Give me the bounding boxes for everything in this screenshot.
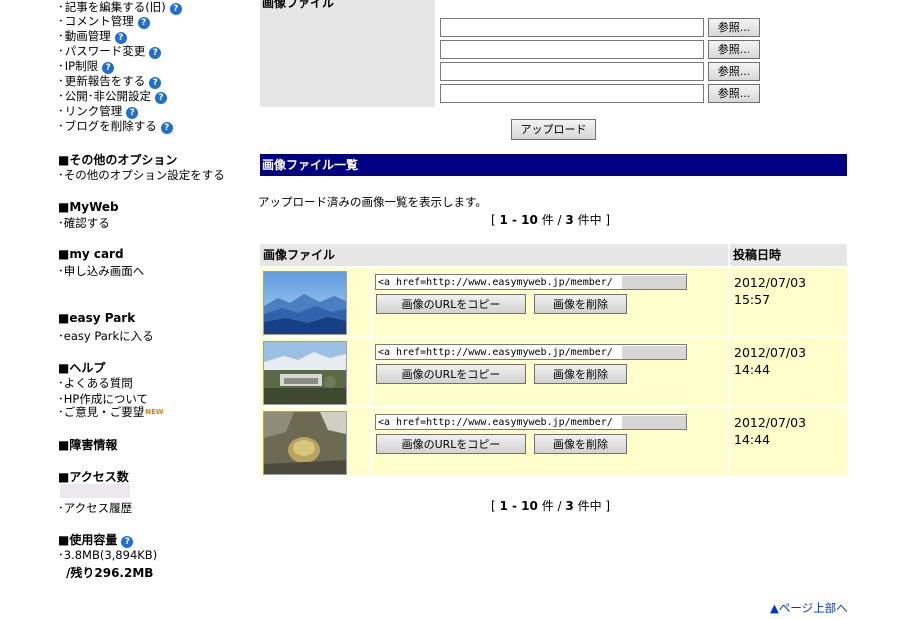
sidebar-item-comment-manage[interactable]: ･コメント管理? xyxy=(58,14,150,29)
easypark-link[interactable]: ･easy Parkに入る xyxy=(58,328,154,344)
other-options-link[interactable]: ･その他のオプション設定をする xyxy=(58,167,225,183)
sidebar-item-link-manage[interactable]: ･リンク管理? xyxy=(58,104,139,119)
pager-top: [ 1 - 10 件 / 3 件中 ] xyxy=(491,213,611,227)
browse-button[interactable]: 参照... xyxy=(708,62,760,81)
help-icon[interactable]: ? xyxy=(169,3,182,15)
thumbnail-stone[interactable] xyxy=(263,411,347,475)
thumbnail-viewpoint[interactable] xyxy=(263,341,347,405)
delete-image-button[interactable]: 画像を削除 xyxy=(534,364,627,384)
thumb-cell xyxy=(260,268,370,336)
trouble-info-heading[interactable]: ■障害情報 xyxy=(58,436,117,453)
upload-title: 画像ファイル xyxy=(262,0,335,10)
faq-link[interactable]: ･よくある質問 xyxy=(58,375,133,391)
access-counter xyxy=(60,484,130,498)
url-cell: <a href=http://www.easymyweb.jp/member/ … xyxy=(372,338,728,406)
copy-url-button[interactable]: 画像のURLをコピー xyxy=(376,364,526,384)
usage-remaining: /残り296.2MB xyxy=(66,566,154,580)
sidebar-item-ip-restrict[interactable]: ･IP制限? xyxy=(58,59,115,74)
image-list-section-title: 画像ファイル一覧 xyxy=(260,154,847,176)
mycard-heading: ■my card xyxy=(58,247,124,261)
page-top-link[interactable]: ▲ページ上部へ xyxy=(770,600,848,616)
copy-url-button[interactable]: 画像のURLをコピー xyxy=(376,294,526,314)
image-list-description: アップロード済みの画像一覧を表示します。 xyxy=(258,195,487,209)
browse-button[interactable]: 参照... xyxy=(708,18,760,37)
sidebar-item-visibility[interactable]: ･公開･非公開設定? xyxy=(58,89,167,104)
thumb-cell xyxy=(260,408,370,476)
file-path-input[interactable] xyxy=(440,84,704,103)
col-header-date: 投稿日時 xyxy=(730,244,847,266)
thumbnail-mountain[interactable] xyxy=(263,271,347,335)
sidebar-item-video-manage[interactable]: ･動画管理? xyxy=(58,29,127,44)
access-history-link[interactable]: ･アクセス履歴 xyxy=(58,500,132,516)
myweb-link[interactable]: ･確認する xyxy=(58,215,110,231)
date-cell: 2012/07/03 14:44 xyxy=(730,408,847,476)
image-url-field[interactable]: <a href=http://www.easymyweb.jp/member/ xyxy=(375,414,687,430)
sidebar-item-update-report[interactable]: ･更新報告をする? xyxy=(58,74,162,89)
pager-bottom: [ 1 - 10 件 / 3 件中 ] xyxy=(491,499,611,513)
help-icon[interactable]: ? xyxy=(149,47,162,59)
url-cell: <a href=http://www.easymyweb.jp/member/ … xyxy=(372,408,728,476)
browse-button[interactable]: 参照... xyxy=(708,40,760,59)
myweb-heading: ■MyWeb xyxy=(58,200,119,214)
help-icon[interactable]: ? xyxy=(149,77,162,89)
col-header-file: 画像ファイル xyxy=(260,244,728,266)
image-url-field[interactable]: <a href=http://www.easymyweb.jp/member/ xyxy=(375,274,687,290)
usage-heading: ■使用容量? xyxy=(58,531,134,548)
thumb-cell xyxy=(260,338,370,406)
file-path-input[interactable] xyxy=(440,62,704,81)
sidebar-item-password-change[interactable]: ･パスワード変更? xyxy=(58,44,162,59)
help-icon[interactable]: ? xyxy=(155,92,167,104)
image-url-field[interactable]: <a href=http://www.easymyweb.jp/member/ xyxy=(375,344,687,360)
help-icon[interactable]: ? xyxy=(160,122,173,134)
help-icon[interactable]: ? xyxy=(102,62,115,74)
url-cell: <a href=http://www.easymyweb.jp/member/ … xyxy=(372,268,728,336)
delete-image-button[interactable]: 画像を削除 xyxy=(534,434,627,454)
help-icon[interactable]: ? xyxy=(137,17,150,29)
delete-image-button[interactable]: 画像を削除 xyxy=(534,294,627,314)
upload-label-cell xyxy=(260,0,435,107)
easypark-heading: ■easy Park xyxy=(58,311,136,325)
new-badge: NEW xyxy=(145,408,164,416)
usage-used: ･3.8MB(3,894KB) xyxy=(58,548,158,562)
upload-button[interactable]: アップロード xyxy=(511,119,596,140)
date-cell: 2012/07/03 14:44 xyxy=(730,338,847,406)
sidebar-item-delete-blog[interactable]: ･ブログを削除する? xyxy=(58,119,173,134)
date-cell: 2012/07/03 15:57 xyxy=(730,268,847,336)
feedback-link[interactable]: ･ご意見・ご要望NEW xyxy=(58,404,164,420)
help-icon[interactable]: ? xyxy=(114,32,127,44)
access-count-heading: ■アクセス数 xyxy=(58,470,129,484)
sidebar-item-edit-post-old[interactable]: ･記事を編集する(旧)? xyxy=(58,0,182,15)
copy-url-button[interactable]: 画像のURLをコピー xyxy=(376,434,526,454)
help-icon[interactable]: ? xyxy=(126,107,139,119)
file-path-input[interactable] xyxy=(440,40,704,59)
browse-button[interactable]: 参照... xyxy=(708,84,760,103)
help-heading: ■ヘルプ xyxy=(58,361,106,375)
mycard-link[interactable]: ･申し込み画面へ xyxy=(58,263,144,279)
other-options-heading: ■その他のオプション xyxy=(58,153,178,167)
file-path-input[interactable] xyxy=(440,18,704,37)
